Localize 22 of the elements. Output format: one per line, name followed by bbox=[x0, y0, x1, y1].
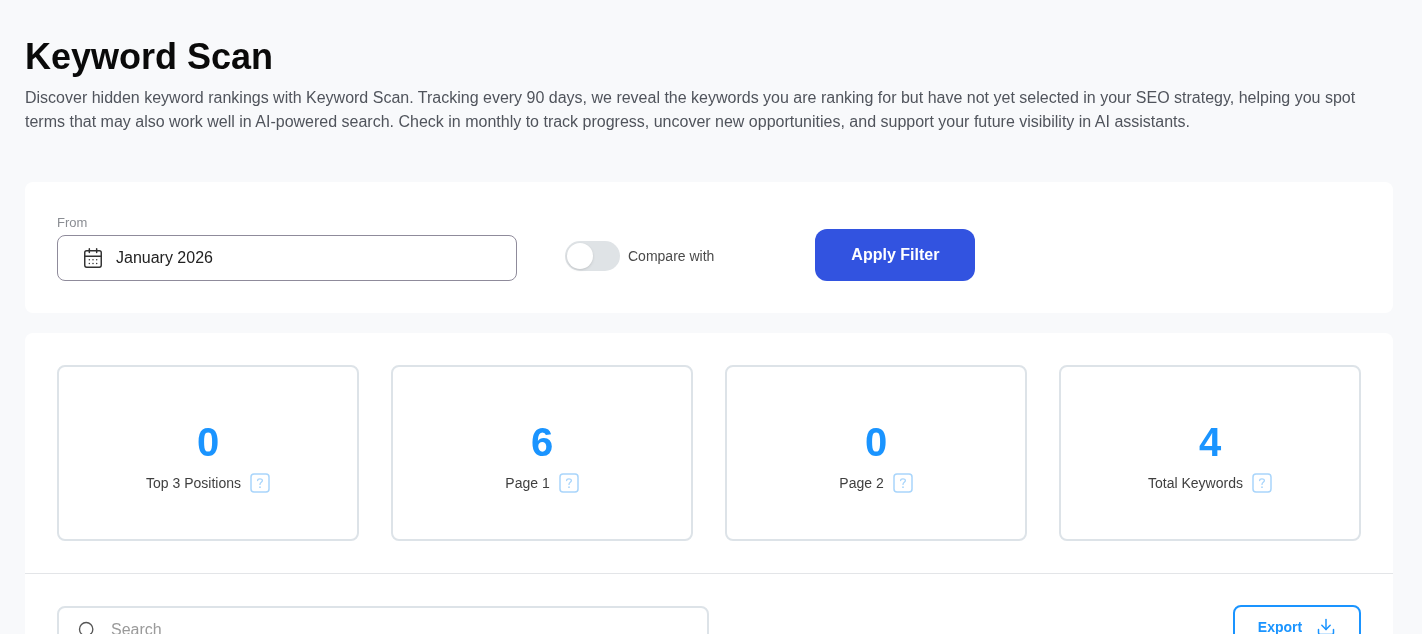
stat-label: Page 2 bbox=[839, 473, 884, 493]
date-field[interactable]: January 2026 bbox=[57, 235, 517, 281]
stat-label: Top 3 Positions bbox=[146, 473, 241, 493]
stat-value: 6 bbox=[530, 418, 554, 465]
help-icon[interactable] bbox=[892, 473, 913, 493]
stat-label: Page 1 bbox=[505, 473, 550, 493]
help-icon[interactable] bbox=[558, 473, 579, 493]
stat-label: Total Keywords bbox=[1148, 473, 1243, 493]
apply-filter-button[interactable]: Apply Filter bbox=[815, 229, 976, 281]
help-icon[interactable] bbox=[249, 473, 270, 493]
page-title: Keyword Scan bbox=[25, 35, 274, 79]
export-button[interactable]: Export bbox=[1233, 605, 1361, 634]
compare-label: Compare with bbox=[628, 246, 715, 266]
from-label: From bbox=[57, 215, 88, 231]
calendar-icon bbox=[82, 247, 104, 269]
help-icon[interactable] bbox=[1251, 473, 1272, 493]
compare-toggle[interactable] bbox=[565, 241, 620, 271]
stat-value: 0 bbox=[196, 418, 220, 465]
download-icon bbox=[1316, 617, 1337, 634]
stat-value: 4 bbox=[1198, 418, 1222, 465]
page-description: Discover hidden keyword rankings with Keyword Scan. Tracking every 90 days, we reveal the keywords you are ranking for but have not yet selected in your SEO strategy, helping you spot terms that may also work well in AI-powered search. Check in monthly to track progress, uncover new opportunities, and support your future visibility in AI assistants. bbox=[25, 88, 1357, 132]
stat-value: 0 bbox=[864, 418, 888, 465]
